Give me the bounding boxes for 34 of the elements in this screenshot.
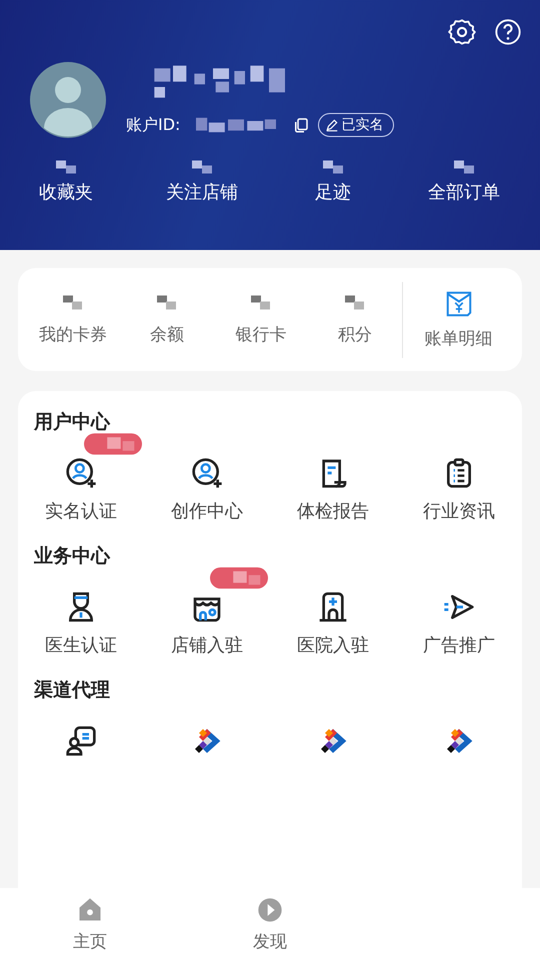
bill-link[interactable]: 账单明细 bbox=[424, 327, 492, 350]
stat-link[interactable]: 收藏夹 bbox=[39, 180, 93, 204]
stat-link[interactable]: 足迹 bbox=[315, 180, 351, 204]
settings-icon[interactable] bbox=[448, 18, 476, 46]
verified-tag[interactable]: 已实名 bbox=[318, 113, 394, 137]
service-link[interactable]: 广告推广 bbox=[423, 633, 495, 657]
account-id-label: 账户ID: bbox=[126, 114, 180, 136]
service-link[interactable]: 医院入驻 bbox=[297, 633, 369, 657]
section-title: 业务中心 bbox=[33, 544, 112, 569]
pen-icon bbox=[325, 118, 340, 132]
wallet-link[interactable]: 余额 bbox=[150, 323, 184, 346]
section-title: 用户中心 bbox=[32, 410, 112, 435]
copy-icon[interactable] bbox=[292, 116, 310, 134]
stat-link[interactable]: 全部订单 bbox=[428, 180, 500, 204]
person-card-icon[interactable] bbox=[65, 725, 97, 757]
section-title: 渠道代理 bbox=[33, 678, 111, 703]
service-link[interactable]: 体检报告 bbox=[297, 499, 369, 523]
nav-tab[interactable]: 主页 bbox=[0, 888, 180, 960]
wallet-link[interactable]: 我的卡券 bbox=[39, 323, 107, 346]
user-plus-icon[interactable] bbox=[191, 457, 223, 489]
avatar[interactable] bbox=[28, 60, 108, 140]
wallet-link[interactable]: 银行卡 bbox=[236, 323, 286, 346]
stat-link[interactable]: 关注店铺 bbox=[166, 180, 238, 204]
service-link[interactable]: 店铺入驻 bbox=[171, 633, 243, 657]
service-link[interactable]: 医生认证 bbox=[45, 633, 117, 657]
help-icon[interactable] bbox=[494, 18, 522, 46]
play-icon bbox=[256, 896, 284, 924]
user-plus-icon[interactable] bbox=[65, 457, 97, 489]
building-icon[interactable] bbox=[317, 591, 349, 623]
service-link[interactable]: 创作中心 bbox=[171, 499, 243, 523]
service-link[interactable]: 行业资讯 bbox=[423, 499, 495, 523]
nav-tab[interactable]: 发现 bbox=[180, 888, 360, 960]
wallet-link[interactable]: 积分 bbox=[338, 323, 372, 346]
service-link[interactable]: 实名认证 bbox=[45, 499, 117, 523]
